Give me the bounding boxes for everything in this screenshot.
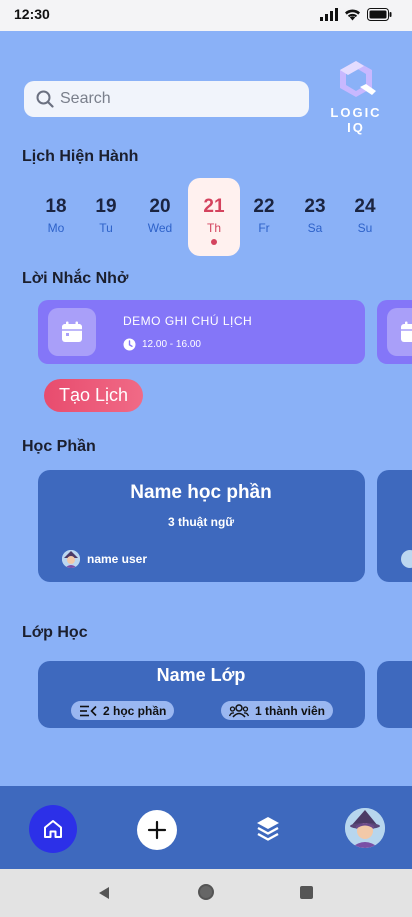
day-number: 19 — [95, 196, 117, 217]
nav-home-button[interactable] — [29, 805, 77, 853]
day-name: Sa — [307, 221, 323, 235]
status-icons — [320, 8, 392, 21]
calendar-days: 18 Mo 19 Tu 20 Wed 21 Th 22 Fr 23 Sa 24 … — [32, 178, 392, 258]
layers-icon — [257, 817, 279, 841]
avatar — [62, 550, 80, 568]
nav-profile-avatar[interactable] — [345, 808, 385, 848]
day-number: 22 — [253, 196, 275, 217]
reminder-icon-box — [48, 308, 96, 356]
class-card[interactable]: Name Lớp 2 học phần 1 thành viên — [38, 661, 365, 728]
calendar-icon — [401, 321, 412, 342]
module-card-next[interactable] — [377, 470, 412, 582]
battery-icon — [367, 8, 392, 21]
plus-icon — [147, 820, 167, 840]
search-icon — [36, 90, 54, 108]
class-name: Name Lớp — [156, 665, 246, 685]
class-member-badge: 1 thành viên — [221, 701, 334, 720]
reminders-title: Lời Nhắc Nhở — [22, 270, 129, 287]
class-module-badge: 2 học phần — [71, 701, 175, 720]
calendar-title: Lịch Hiện Hành — [22, 148, 139, 165]
system-navigation-bar — [0, 869, 412, 917]
clock-icon — [123, 338, 136, 351]
list-icon — [80, 705, 97, 716]
day-name: Fr — [258, 221, 270, 235]
user-avatar-icon — [345, 808, 385, 848]
system-home-icon[interactable] — [198, 884, 214, 900]
day-item-selected[interactable]: 21 Th — [188, 178, 240, 256]
module-term-count: 3 thuật ngữ — [167, 515, 235, 529]
reminder-icon-box — [387, 308, 412, 356]
logo-mark-icon — [340, 61, 376, 97]
avatar — [401, 550, 412, 568]
home-icon — [44, 820, 62, 838]
nav-add-button[interactable] — [137, 810, 177, 850]
reminder-time: 12.00 - 16.00 — [142, 339, 201, 350]
day-number: 18 — [45, 196, 67, 217]
module-name: Name học phần — [130, 482, 272, 503]
logo: LOGIC IQ — [320, 59, 392, 135]
back-icon[interactable] — [98, 886, 110, 900]
day-name: Tu — [99, 221, 113, 235]
wifi-icon — [345, 9, 360, 21]
reminder-card[interactable]: DEMO GHI CHÚ LỊCH 12.00 - 16.00 — [38, 300, 365, 364]
bottom-navigation — [0, 786, 412, 869]
class-member-count: 1 thành viên — [255, 703, 326, 718]
reminder-time-row: 12.00 - 16.00 — [123, 338, 201, 351]
status-bar: 12:30 — [0, 0, 412, 31]
search-bar[interactable] — [24, 81, 309, 117]
signal-icon — [320, 8, 338, 21]
day-name: Su — [357, 221, 373, 235]
day-name: Wed — [147, 221, 173, 235]
day-item[interactable]: 18 Mo — [30, 178, 82, 256]
calendar-icon — [62, 321, 82, 342]
class-card-next[interactable] — [377, 661, 412, 728]
module-owner-name: name user — [87, 552, 148, 566]
module-owner: name user — [62, 550, 147, 568]
create-schedule-button[interactable]: Tạo Lịch — [44, 379, 143, 412]
modules-title: Học Phần — [22, 438, 96, 455]
reminder-title: DEMO GHI CHÚ LỊCH — [123, 314, 253, 328]
module-card[interactable]: Name học phần 3 thuật ngữ name user — [38, 470, 365, 582]
day-number: 20 — [149, 196, 171, 217]
day-number: 24 — [354, 196, 376, 217]
user-avatar-icon — [62, 550, 80, 568]
day-item[interactable]: 22 Fr — [238, 178, 290, 256]
day-item[interactable]: 24 Su — [339, 178, 391, 256]
module-owner — [401, 550, 412, 568]
class-module-count: 2 học phần — [103, 703, 167, 718]
recent-apps-icon[interactable] — [300, 886, 313, 899]
home-screen: LOGIC IQ Lịch Hiện Hành 18 Mo 19 Tu 20 W… — [0, 31, 412, 786]
day-item[interactable]: 23 Sa — [289, 178, 341, 256]
status-time: 12:30 — [14, 6, 50, 22]
day-number: 23 — [304, 196, 326, 217]
nav-library-button[interactable] — [254, 814, 282, 844]
day-item[interactable]: 19 Tu — [80, 178, 132, 256]
day-name: Th — [206, 221, 221, 235]
classes-title: Lớp Học — [22, 624, 88, 641]
users-icon — [229, 703, 249, 718]
day-number: 21 — [203, 196, 225, 217]
reminder-card-next[interactable] — [377, 300, 412, 364]
day-item[interactable]: 20 Wed — [134, 178, 186, 256]
selected-day-dot — [211, 239, 217, 245]
search-input[interactable] — [60, 90, 280, 108]
day-name: Mo — [47, 221, 65, 235]
logo-text: LOGIC IQ — [330, 105, 382, 135]
